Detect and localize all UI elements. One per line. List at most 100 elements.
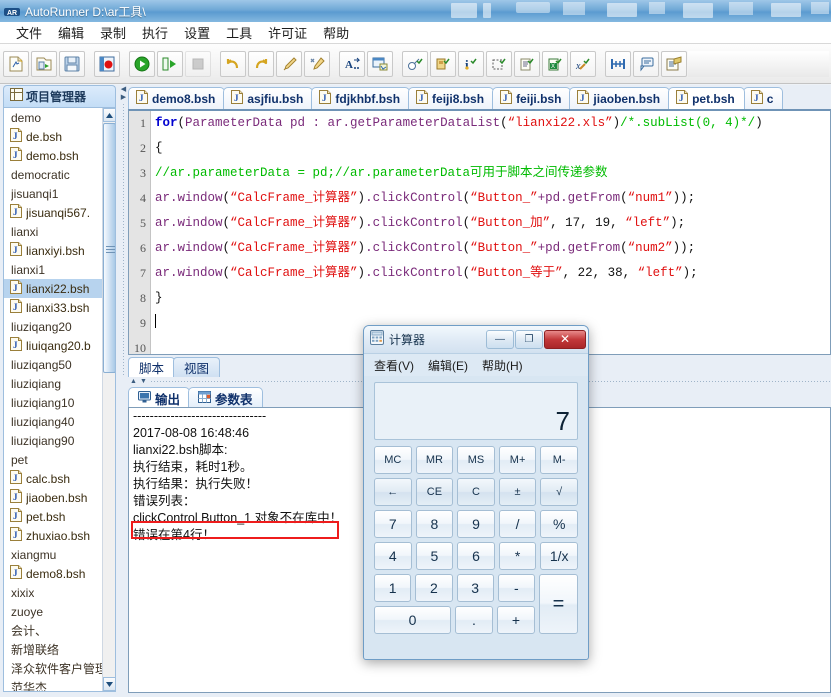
calculator-key-C[interactable]: C	[457, 478, 495, 506]
tree-folder-item[interactable]: liuziqiang	[4, 374, 102, 393]
tree-file-item[interactable]: Jjisuanqi567.	[4, 203, 102, 222]
splitter-collapse-left-icon[interactable]: ◀	[121, 87, 126, 93]
calculator-key-equals[interactable]: =	[539, 574, 578, 634]
tree-file-item[interactable]: Jdemo.bsh	[4, 146, 102, 165]
calculator-key-[interactable]: ±	[499, 478, 537, 506]
tree-folder-item[interactable]: jisuanqi1	[4, 184, 102, 203]
menu-record[interactable]: 录制	[92, 22, 134, 43]
tree-file-item[interactable]: Jdemo8.bsh	[4, 564, 102, 583]
calculator-key-MC[interactable]: MC	[374, 446, 412, 474]
calculator-key-4[interactable]: 4	[374, 542, 412, 570]
tree-folder-item[interactable]: xiangmu	[4, 545, 102, 564]
calculator-key-5[interactable]: 5	[416, 542, 454, 570]
editor-tab[interactable]: Jfdjkhbf.bsh	[311, 87, 410, 109]
new-script-button[interactable]	[3, 51, 29, 77]
tree-folder-item[interactable]: xixix	[4, 583, 102, 602]
calculator-menu-edit[interactable]: 编辑(E)	[428, 357, 468, 374]
calculator-key-6[interactable]: 6	[457, 542, 495, 570]
tree-folder-item[interactable]: 会计、	[4, 621, 102, 640]
tree-folder-item[interactable]: democratic	[4, 165, 102, 184]
calculator-key-[interactable]: *	[499, 542, 537, 570]
tree-folder-item[interactable]: lianxi1	[4, 260, 102, 279]
calculator-key-0[interactable]: 0	[374, 606, 451, 634]
tree-folder-item[interactable]: 新增联络	[4, 640, 102, 659]
tree-folder-item[interactable]: liuziqiang10	[4, 393, 102, 412]
tab-parameter-table[interactable]: 参数表	[188, 387, 263, 408]
font-A-button[interactable]: A	[339, 51, 365, 77]
project-tree-list[interactable]: demoJde.bshJdemo.bshdemocraticjisuanqi1J…	[4, 108, 102, 691]
code-line[interactable]: }	[155, 286, 830, 311]
splitter-collapse-right-icon[interactable]: ▶	[121, 95, 126, 101]
code-line[interactable]: ar.window(“CalcFrame_计算器”).clickControl(…	[155, 236, 830, 261]
excel-check-button[interactable]: X	[542, 51, 568, 77]
region-check-button[interactable]	[486, 51, 512, 77]
tree-file-item[interactable]: Jlianxi33.bsh	[4, 298, 102, 317]
calculator-key-[interactable]: .	[455, 606, 493, 634]
calculator-key-MR[interactable]: MR	[416, 446, 454, 474]
calculator-key-3[interactable]: 3	[457, 574, 494, 602]
calculator-key-8[interactable]: 8	[416, 510, 454, 538]
splitter-collapse-down-icon[interactable]: ▼	[140, 379, 147, 385]
scrollbar-thumb[interactable]	[103, 123, 116, 373]
code-editor[interactable]: 12345678910 for(ParameterData pd : ar.ge…	[128, 109, 831, 355]
calculator-key-[interactable]: -	[498, 574, 535, 602]
tree-folder-item[interactable]: pet	[4, 450, 102, 469]
calculator-key-[interactable]: %	[540, 510, 578, 538]
calculator-key-M[interactable]: M-	[540, 446, 578, 474]
record-button[interactable]	[94, 51, 120, 77]
tree-folder-item[interactable]: demo	[4, 108, 102, 127]
calculator-key-[interactable]: /	[499, 510, 537, 538]
tree-file-item[interactable]: Jcalc.bsh	[4, 469, 102, 488]
tab-output[interactable]: 输出	[128, 387, 190, 408]
calculator-window[interactable]: 计算器 — ❐ ✕ 查看(V) 编辑(E) 帮助(H) 7 MCMRMSM+M-…	[363, 325, 589, 660]
menu-edit[interactable]: 编辑	[50, 22, 92, 43]
menu-file[interactable]: 文件	[8, 22, 50, 43]
text-check-button[interactable]	[514, 51, 540, 77]
tree-file-item[interactable]: Jpet.bsh	[4, 507, 102, 526]
tree-folder-item[interactable]: liuziqiang90	[4, 431, 102, 450]
tree-folder-item[interactable]: lianxi	[4, 222, 102, 241]
editor-view-tab[interactable]: 脚本	[128, 357, 175, 377]
tree-folder-item[interactable]: 范华杰	[4, 678, 102, 691]
tree-file-item[interactable]: Jliuiqang20.b	[4, 336, 102, 355]
maximize-button[interactable]: ❐	[515, 330, 543, 349]
code-line[interactable]: {	[155, 136, 830, 161]
editor-tab[interactable]: Jasjfiu.bsh	[223, 87, 313, 109]
tree-folder-item[interactable]: liuziqiang40	[4, 412, 102, 431]
splitter-collapse-up-icon[interactable]: ▲	[130, 379, 137, 385]
report-button[interactable]	[661, 51, 687, 77]
menu-tools[interactable]: 工具	[218, 22, 260, 43]
bitmap-check-button[interactable]	[430, 51, 456, 77]
code-line[interactable]: ar.window(“CalcFrame_计算器”).clickControl(…	[155, 186, 830, 211]
project-tree-scrollbar[interactable]	[102, 108, 115, 691]
calculator-key-7[interactable]: 7	[374, 510, 412, 538]
tree-file-item[interactable]: Jlianxiyi.bsh	[4, 241, 102, 260]
calculator-key-1x[interactable]: 1/x	[540, 542, 578, 570]
tree-folder-item[interactable]: 泽众软件客户管理	[4, 659, 102, 678]
vertical-splitter[interactable]: ◀ ▶	[119, 85, 128, 375]
redo-arrow-button[interactable]	[248, 51, 274, 77]
code-content[interactable]: for(ParameterData pd : ar.getParameterDa…	[152, 111, 830, 354]
tree-file-item[interactable]: Jzhuxiao.bsh	[4, 526, 102, 545]
editor-tab[interactable]: Jfeiji8.bsh	[408, 87, 494, 109]
save-button[interactable]	[59, 51, 85, 77]
info-check-button[interactable]: i	[458, 51, 484, 77]
code-line[interactable]: for(ParameterData pd : ar.getParameterDa…	[155, 111, 830, 136]
calculator-key-9[interactable]: 9	[457, 510, 495, 538]
run-button[interactable]	[129, 51, 155, 77]
tree-file-item[interactable]: Jlianxi22.bsh	[4, 279, 102, 298]
calculator-key-MS[interactable]: MS	[457, 446, 495, 474]
variable-check-button[interactable]: x	[570, 51, 596, 77]
tree-folder-item[interactable]: zuoye	[4, 602, 102, 621]
tree-folder-item[interactable]: liuziqang50	[4, 355, 102, 374]
editor-tab-strip[interactable]: Jdemo8.bshJasjfiu.bshJfdjkhbf.bshJfeiji8…	[128, 85, 831, 109]
code-line[interactable]: ar.window(“CalcFrame_计算器”).clickControl(…	[155, 211, 830, 236]
sync-point-button[interactable]	[605, 51, 631, 77]
calculator-key-[interactable]: √	[540, 478, 578, 506]
calculator-key-CE[interactable]: CE	[416, 478, 454, 506]
editor-tab[interactable]: Jpet.bsh	[668, 87, 745, 109]
editor-tab[interactable]: Jdemo8.bsh	[128, 87, 225, 109]
undo-arrow-button[interactable]	[220, 51, 246, 77]
format-brush-button[interactable]	[304, 51, 330, 77]
menu-license[interactable]: 许可证	[260, 22, 315, 43]
